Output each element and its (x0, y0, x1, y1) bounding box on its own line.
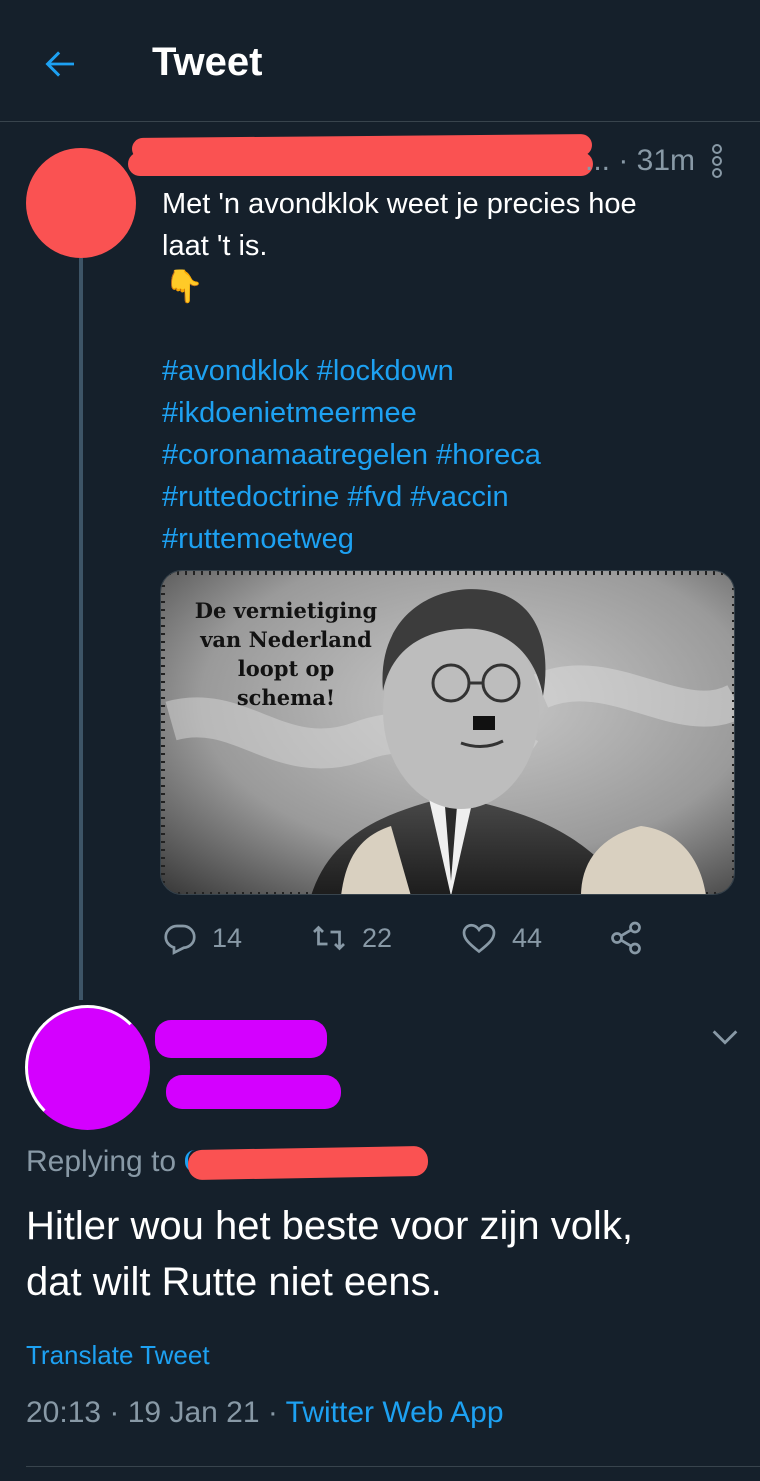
avatar-redacted[interactable] (26, 148, 136, 258)
tweet-time: 20:13 (26, 1396, 102, 1429)
redacted-handle (166, 1075, 341, 1109)
share-button[interactable] (608, 918, 644, 958)
more-options-button[interactable] (700, 142, 734, 180)
replying-to-label: Replying to (26, 1145, 177, 1178)
avatar-redacted[interactable] (25, 1005, 150, 1130)
retweet-icon (313, 925, 345, 951)
redacted-username (155, 1020, 327, 1058)
hashtag-link[interactable]: #ruttedoctrine (162, 481, 339, 513)
heart-icon (462, 923, 496, 954)
top-bar: Tweet (0, 0, 760, 122)
like-button[interactable]: 44 (460, 918, 542, 958)
thread-connector (79, 258, 83, 1000)
redacted-reply-handle (187, 1145, 429, 1181)
chevron-down-icon (712, 1030, 738, 1045)
tweet-text: Met 'n avondklok weet je precies hoe laa… (162, 188, 637, 262)
tweet-timestamp: ... · 31m (585, 144, 696, 177)
tweet-source-link[interactable]: Twitter Web App (286, 1396, 504, 1429)
hashtag-link[interactable]: #coronamaatregelen (162, 439, 428, 471)
retweet-count: 22 (362, 922, 393, 953)
tweet-hashtags: #avondklok #lockdown #ikdoenietmeermee #… (162, 350, 722, 560)
page-title: Tweet (152, 40, 263, 84)
translate-tweet-link[interactable]: Translate Tweet (26, 1340, 210, 1371)
reply-count: 14 (212, 922, 243, 953)
share-icon (611, 921, 641, 955)
hashtag-link[interactable]: #fvd (347, 481, 402, 513)
reply-icon (164, 924, 196, 955)
tweet-timestamp-source: 20:13 · 19 Jan 21 · Twitter Web App (26, 1396, 504, 1429)
redacted-handle (128, 152, 593, 176)
back-button[interactable] (36, 40, 84, 88)
more-vertical-icon (712, 144, 722, 178)
pointing-down-emoji: 👇 (164, 268, 204, 304)
reply-button[interactable]: 14 (162, 918, 242, 958)
arrow-left-icon (45, 51, 74, 77)
reply-text: Hitler wou het beste voor zijn volk, dat… (26, 1204, 633, 1304)
hashtag-link[interactable]: #ikdoenietmeermee (162, 397, 417, 429)
media-caption: De vernietiging van Nederland loopt op s… (194, 598, 378, 710)
hashtag-link[interactable]: #ruttemoetweg (162, 523, 354, 555)
hashtag-link[interactable]: #lockdown (317, 355, 454, 387)
hashtag-link[interactable]: #horeca (436, 439, 541, 471)
tweet-date: 19 Jan 21 (127, 1396, 260, 1429)
retweet-button[interactable]: 22 (310, 918, 392, 958)
tweet-action-bar: 14 22 44 (162, 918, 662, 958)
like-count: 44 (512, 922, 543, 953)
divider (26, 1466, 760, 1467)
hashtag-link[interactable]: #avondklok (162, 355, 309, 387)
tweet-options-button[interactable] (708, 1020, 742, 1054)
hashtag-link[interactable]: #vaccin (410, 481, 508, 513)
